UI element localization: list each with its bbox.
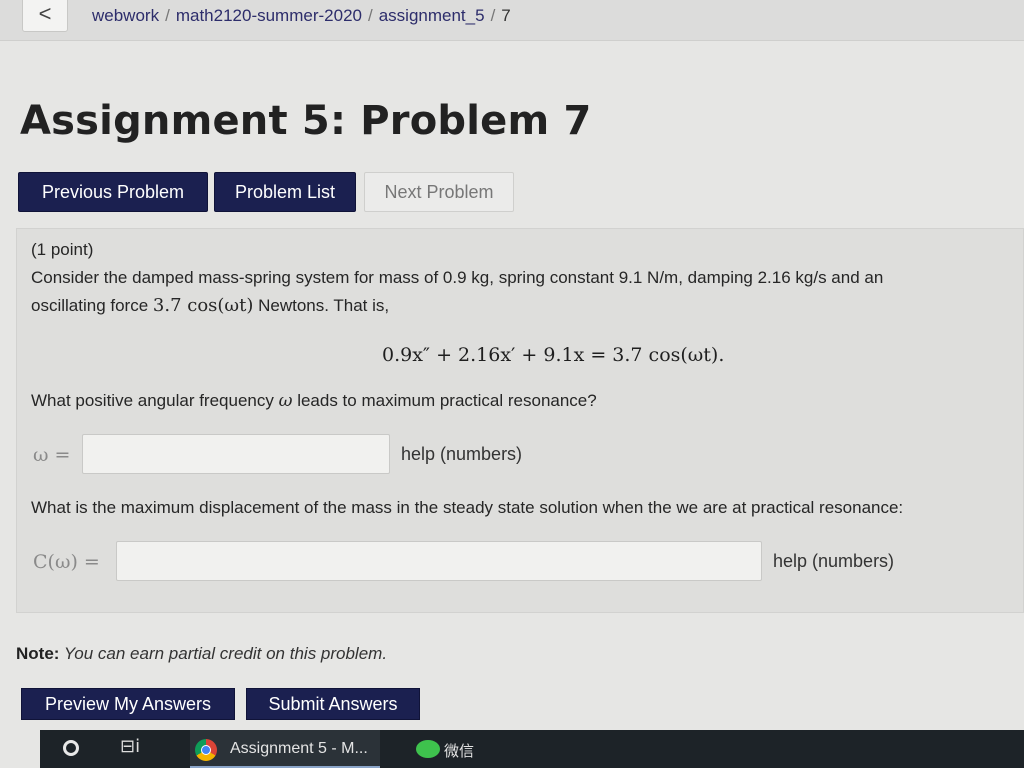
breadcrumb-separator: / xyxy=(165,6,170,25)
chevron-left-icon: < xyxy=(38,1,52,26)
question-text: leads to maximum practical resonance? xyxy=(292,391,597,410)
note-text: You can earn partial credit on this prob… xyxy=(59,644,388,663)
intro-text: Newtons. That is, xyxy=(253,296,390,315)
preview-answers-button[interactable]: Preview My Answers xyxy=(21,688,235,720)
page-title: Assignment 5: Problem 7 xyxy=(20,98,592,144)
omega-symbol: ω xyxy=(278,391,293,411)
question-2: What is the maximum displacement of the … xyxy=(31,498,904,517)
problem-list-button[interactable]: Problem List xyxy=(214,172,356,212)
breadcrumb-assignment[interactable]: assignment_5 xyxy=(379,6,485,25)
browser-header: < webwork / math2120-summer-2020 / assignmen… xyxy=(0,0,1024,41)
breadcrumb: webwork / math2120-summer-2020 / assignment_… xyxy=(92,6,511,26)
omega-answer-label: ω = xyxy=(33,444,71,466)
chrome-icon xyxy=(195,739,217,761)
intro-text: oscillating force xyxy=(31,296,153,315)
problem-points: (1 point) xyxy=(31,240,94,259)
problem-intro-line1: Consider the damped mass-spring system f… xyxy=(31,268,884,287)
submit-answers-button[interactable]: Submit Answers xyxy=(246,688,420,720)
differential-equation: 0.9x″ + 2.16x′ + 9.1x = 3.7 cos(ωt). xyxy=(382,344,725,366)
search-circle-icon[interactable] xyxy=(63,740,79,756)
next-problem-button[interactable]: Next Problem xyxy=(364,172,514,212)
problem-intro-line2: oscillating force 3.7 cos(ωt) Newtons. T… xyxy=(31,295,389,316)
amplitude-answer-input[interactable] xyxy=(116,541,762,581)
breadcrumb-course[interactable]: math2120-summer-2020 xyxy=(176,6,362,25)
taskbar-task-label: Assignment 5 - M... xyxy=(230,740,368,757)
task-view-icon[interactable]: ⊟i xyxy=(120,736,146,758)
back-button[interactable]: < xyxy=(22,0,68,32)
question-1: What positive angular frequency ω leads … xyxy=(31,391,597,411)
breadcrumb-problem: 7 xyxy=(501,6,511,25)
previous-problem-button[interactable]: Previous Problem xyxy=(18,172,208,212)
partial-credit-note: Note: You can earn partial credit on thi… xyxy=(16,644,387,664)
breadcrumb-separator: / xyxy=(490,6,496,25)
help-numbers-link[interactable]: help (numbers) xyxy=(773,551,894,572)
taskbar: ⊟i Assignment 5 - M... 微信 xyxy=(40,730,1024,768)
amplitude-answer-label: C(ω) = xyxy=(33,551,100,573)
note-label: Note: xyxy=(16,644,60,663)
help-numbers-link[interactable]: help (numbers) xyxy=(401,444,522,465)
question-text: What positive angular frequency xyxy=(31,391,279,410)
breadcrumb-webwork[interactable]: webwork xyxy=(92,6,159,25)
breadcrumb-separator: / xyxy=(367,6,373,25)
omega-answer-input[interactable] xyxy=(82,434,390,474)
wechat-icon[interactable] xyxy=(416,740,440,758)
wechat-label: 微信 xyxy=(444,742,475,760)
force-expression: 3.7 cos(ωt) xyxy=(152,295,254,316)
